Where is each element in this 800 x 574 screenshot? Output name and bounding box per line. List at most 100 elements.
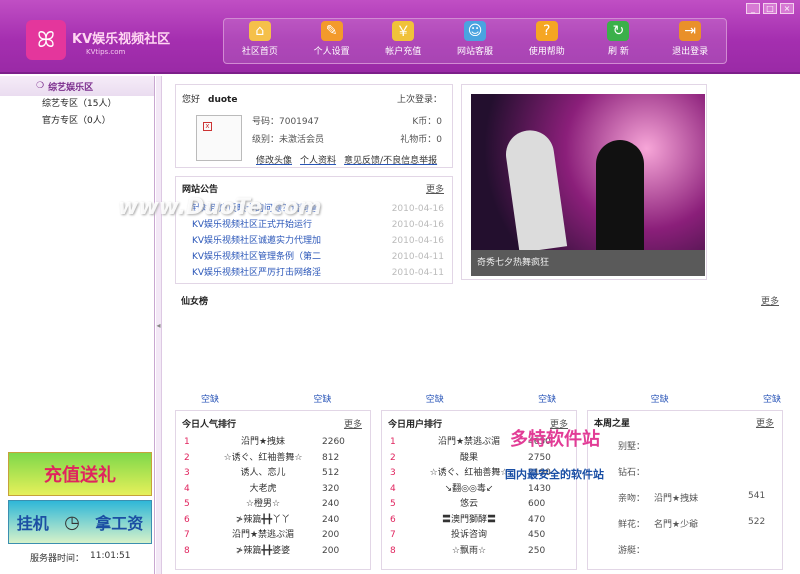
toolbar-label: 网站客服 <box>457 47 494 57</box>
window-controls: _ □ × <box>746 3 794 14</box>
dance-banner-image[interactable] <box>471 94 705 250</box>
rank-row[interactable]: 3 诱人、恋儿 512 <box>184 466 362 482</box>
toolbar-button-3[interactable]: ☺ 网站客服 <box>439 19 511 63</box>
star-category: 钻石： <box>618 468 646 478</box>
rank-row[interactable]: 4 ↘翻◎◎毒↙ 1430 <box>390 482 568 498</box>
star-name[interactable]: 沿門★拽妹 <box>654 491 748 504</box>
rank-name: 沿門★禁逃ぷ湄 <box>231 530 295 540</box>
notice-title: 网站公告 <box>182 185 219 195</box>
toolbar-button-6[interactable]: ⇥ 退出登录 <box>654 19 726 63</box>
toolbar-label: 刷 新 <box>608 47 629 57</box>
week-star-more-link[interactable]: 更多 <box>756 416 774 429</box>
idle-label: 挂机 <box>16 514 49 533</box>
rank-row[interactable]: 7 沿門★禁逃ぷ湄 200 <box>184 528 362 544</box>
rank-number: 1 <box>184 437 190 447</box>
close-button[interactable]: × <box>780 3 794 14</box>
sidebar-item-variety[interactable]: 综艺专区（15人） <box>0 96 154 113</box>
week-star-card: 本周之星 更多 别墅： 钻石： 亲吻： 沿門★拽妹 541 鲜花： 名門★少爺 522 游艇： <box>587 410 783 570</box>
sidebar-collapse-handle[interactable]: ◂ <box>156 76 162 574</box>
avatar[interactable]: x <box>196 115 242 161</box>
dancer-silhouette <box>502 127 568 250</box>
server-time: 服务器时间： 11:01:51 <box>30 551 130 564</box>
rank-value: 470 <box>528 514 546 525</box>
maximize-button[interactable]: □ <box>763 3 777 14</box>
rank-value: 200 <box>322 545 340 556</box>
fairy-slot[interactable]: 空缺 <box>201 392 219 405</box>
profile-card: 您好 duote 上次登录： x 号码：7001947 K币：0 级别：未激活会员 礼… <box>175 84 453 168</box>
rank-row[interactable]: 8 ☆飘雨☆ 250 <box>390 544 568 560</box>
rank-value: 812 <box>322 452 340 463</box>
notice-item-date: 2010-04-16 <box>391 236 444 246</box>
rank-row[interactable]: 8 ≯辣篇╋╋婆婆 200 <box>184 544 362 560</box>
notice-more-link[interactable]: 更多 <box>426 182 444 195</box>
rank-name: ☆飘雨☆ <box>451 545 487 556</box>
rank-number: 7 <box>184 530 190 540</box>
fairy-slot[interactable]: 空缺 <box>426 392 444 405</box>
rank-value: 200 <box>322 530 340 540</box>
rank-row[interactable]: 2 酸果 2750 <box>390 451 568 467</box>
star-category: 鲜花： <box>618 520 646 530</box>
rank-name: ☆诱ぐ、红袖善舞☆ <box>223 452 303 463</box>
profile-link[interactable]: 个人资料 <box>300 153 336 166</box>
star-value <box>748 439 778 452</box>
profile-info: 号码：7001947 K币：0 级别：未激活会员 礼物币：0 <box>252 113 442 149</box>
fairy-slot[interactable]: 空缺 <box>313 392 331 405</box>
banner-card: 奇秀七夕热舞疯狂 <box>461 84 707 280</box>
rank-row[interactable]: 7 投诉咨询 450 <box>390 528 568 544</box>
toolbar-label: 个人设置 <box>313 47 350 57</box>
rank-row[interactable]: 5 ☆橙男☆ 240 <box>184 497 362 513</box>
support-agent-icon: ☺ <box>464 21 487 41</box>
rank-value: 240 <box>322 514 340 525</box>
sidebar-header[interactable]: ❍ 综艺娱乐区 <box>0 76 154 96</box>
today-popular-card: 今日人气排行 更多 1 沿門★拽妹 2260 2 ☆诱ぐ、红袖善舞☆ 812 3 诱人、恋儿 5… <box>175 410 371 570</box>
earn-label: 拿工资 <box>95 514 144 533</box>
main-content: 您好 duote 上次登录： x 号码：7001947 K币：0 级别：未激活会员 礼… <box>163 76 800 574</box>
toolbar-button-5[interactable]: ↻ 刷 新 <box>583 19 655 63</box>
toolbar-button-1[interactable]: ✎ 个人设置 <box>296 19 368 63</box>
rank-name: ↘翻◎◎毒↙ <box>444 483 494 494</box>
star-name[interactable] <box>654 465 748 478</box>
fairy-slots: 空缺 空缺 空缺 空缺 空缺 空缺 <box>201 392 781 405</box>
rank-name: 投诉咨询 <box>450 530 487 540</box>
star-name[interactable] <box>654 439 748 452</box>
today-popular-more-link[interactable]: 更多 <box>344 417 362 430</box>
fairy-slot[interactable]: 空缺 <box>763 392 781 405</box>
greeting-label: 您好 <box>182 95 201 105</box>
fairy-slot[interactable]: 空缺 <box>538 392 556 405</box>
toolbar-label: 帐户充值 <box>385 47 422 57</box>
rank-name: 悠云 <box>459 499 478 509</box>
rank-row[interactable]: 5 悠云 600 <box>390 497 568 513</box>
rank-number: 8 <box>184 545 190 556</box>
notice-item[interactable]: KV娱乐视频社区严厉打击网络淫 2010-04-11 <box>192 265 444 281</box>
change-avatar-link[interactable]: 修改头像 <box>256 153 292 166</box>
notice-item[interactable]: KV娱乐视频社区管理条例（第二 2010-04-11 <box>192 249 444 265</box>
star-name[interactable]: 名門★少爺 <box>654 517 748 530</box>
toolbar-button-2[interactable]: ￥ 帐户充值 <box>367 19 439 63</box>
recharge-gift-banner[interactable]: 充值送礼 <box>8 452 152 496</box>
rank-row[interactable]: 6 〓澳門獅酵〓 470 <box>390 513 568 529</box>
fairy-more-link[interactable]: 更多 <box>761 294 779 307</box>
minimize-button[interactable]: _ <box>746 3 760 14</box>
rank-row[interactable]: 6 ≯辣篇╋╋丫丫 240 <box>184 513 362 529</box>
notice-item[interactable]: KV娱乐视频社区诚邀实力代理加 2010-04-16 <box>192 233 444 249</box>
fairy-slot[interactable]: 空缺 <box>651 392 669 405</box>
toolbar-button-0[interactable]: ⌂ 社区首页 <box>224 19 296 63</box>
star-name[interactable] <box>654 543 748 556</box>
banner-caption: 奇秀七夕热舞疯狂 <box>471 250 705 276</box>
sidebar-item-official[interactable]: 官方专区（0人） <box>0 113 154 130</box>
feedback-link[interactable]: 意见反馈/不良信息举报 <box>344 153 437 166</box>
rank-name: 大老虎 <box>249 483 277 494</box>
week-star-row: 别墅： <box>618 439 778 452</box>
rank-row[interactable]: 2 ☆诱ぐ、红袖善舞☆ 812 <box>184 451 362 467</box>
dancer-silhouette <box>596 140 644 250</box>
rank-row[interactable]: 4 大老虎 320 <box>184 482 362 498</box>
rank-number: 5 <box>184 499 190 509</box>
toolbar-button-4[interactable]: ? 使用帮助 <box>511 19 583 63</box>
today-user-list: 1 沿門★禁逃ぷ湄 4650 2 酸果 2750 3 ☆诱ぐ、红袖善舞☆ 2190 4 ↘翻◎◎毒↙… <box>390 435 568 559</box>
star-category: 别墅： <box>618 442 646 452</box>
star-category: 亲吻： <box>618 494 646 504</box>
idle-earn-banner[interactable]: 挂机 ◷ 拿工资 <box>8 500 152 544</box>
server-time-label: 服务器时间： <box>30 554 85 564</box>
rank-value: 250 <box>528 545 546 556</box>
rank-row[interactable]: 1 沿門★拽妹 2260 <box>184 435 362 451</box>
